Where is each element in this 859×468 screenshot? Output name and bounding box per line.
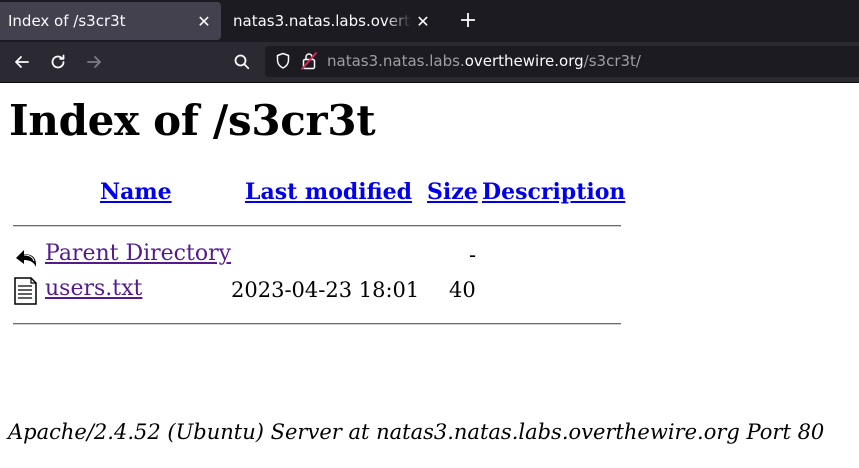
url-text[interactable]: natas3.natas.labs.overthewire.org/s3cr3t… bbox=[327, 52, 641, 70]
column-header-name[interactable]: Name bbox=[100, 179, 172, 205]
address-bar[interactable]: natas3.natas.labs.overthewire.org/s3cr3t… bbox=[265, 46, 859, 77]
tab-bar: Index of /s3cr3t ✕ natas3.natas.labs.ove… bbox=[0, 0, 859, 42]
shield-icon[interactable] bbox=[275, 52, 291, 70]
parent-directory-link[interactable]: Parent Directory bbox=[45, 241, 231, 266]
navigation-toolbar: natas3.natas.labs.overthewire.org/s3cr3t… bbox=[0, 42, 859, 83]
file-link-users-txt[interactable]: users.txt bbox=[45, 276, 142, 301]
tab-title: Index of /s3cr3t bbox=[8, 12, 126, 30]
plus-icon[interactable] bbox=[456, 8, 480, 32]
server-signature: Apache/2.4.52 (Ubuntu) Server at natas3.… bbox=[8, 420, 825, 444]
close-icon[interactable]: ✕ bbox=[412, 12, 434, 31]
url-host: overthewire.org bbox=[464, 52, 584, 70]
column-header-description[interactable]: Description bbox=[482, 179, 625, 205]
column-header-size[interactable]: Size bbox=[427, 179, 478, 205]
text-file-icon bbox=[14, 277, 37, 305]
page-title: Index of /s3cr3t bbox=[9, 96, 376, 145]
divider bbox=[13, 323, 621, 325]
column-header-last-modified[interactable]: Last modified bbox=[245, 179, 412, 205]
tab-inactive[interactable]: natas3.natas.labs.overthewire.org ✕ bbox=[222, 2, 440, 40]
size-cell: - bbox=[469, 243, 477, 267]
divider bbox=[13, 225, 621, 227]
close-icon[interactable]: ✕ bbox=[193, 12, 215, 31]
url-path: /s3cr3t/ bbox=[583, 52, 641, 70]
reload-icon[interactable] bbox=[48, 52, 68, 72]
tab-active[interactable]: Index of /s3cr3t ✕ bbox=[0, 2, 221, 40]
search-icon[interactable] bbox=[232, 52, 252, 72]
url-prefix: natas3.natas.labs. bbox=[327, 52, 465, 70]
size-cell: 40 bbox=[449, 278, 476, 302]
back-arrow-icon[interactable] bbox=[12, 52, 32, 72]
tab-title: natas3.natas.labs.overthewire.org bbox=[233, 12, 412, 30]
insecure-lock-icon[interactable] bbox=[301, 51, 317, 71]
forward-arrow-icon[interactable] bbox=[84, 52, 104, 72]
back-arrow-icon bbox=[16, 250, 36, 267]
last-modified-cell: 2023-04-23 18:01 bbox=[231, 278, 420, 302]
